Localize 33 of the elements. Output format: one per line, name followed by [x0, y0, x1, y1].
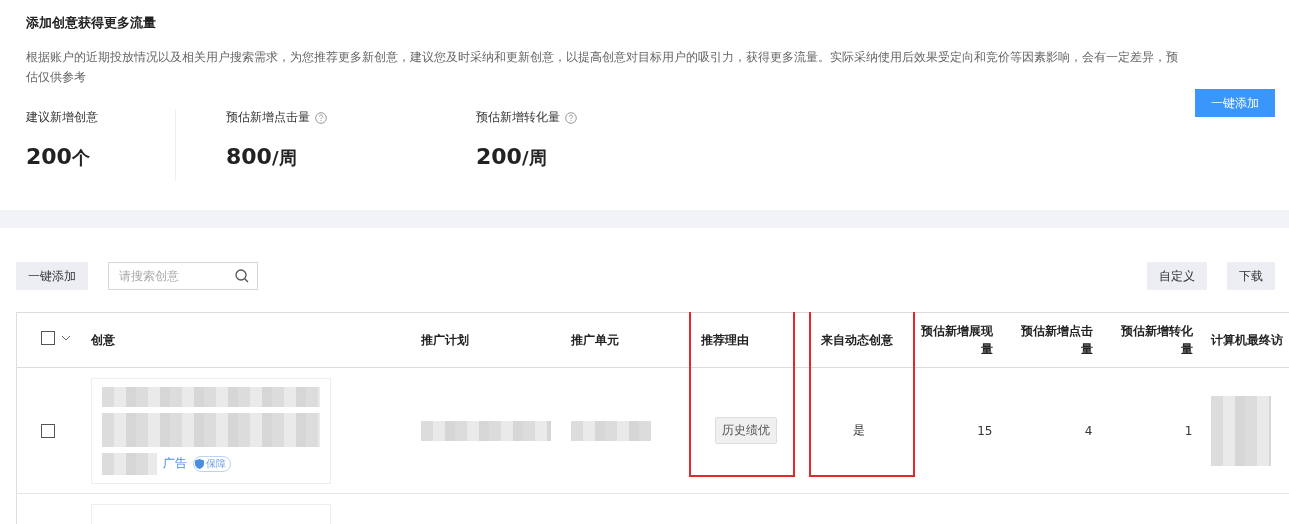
stat-label: 预估新增转化量	[476, 109, 560, 126]
ad-label: 广告	[162, 455, 187, 472]
stat-value: 800/周	[226, 144, 298, 170]
search-field[interactable]: 请搜索创意	[108, 262, 258, 290]
table-cell: 4	[1084, 423, 1093, 438]
table-cell: 是	[853, 423, 865, 437]
search-icon[interactable]	[235, 269, 249, 283]
table-cell: 1	[1184, 423, 1193, 438]
select-all-checkbox[interactable]	[41, 330, 55, 345]
column-header: 来自动态创意	[820, 333, 893, 347]
description-text: 根据账户的近期投放情况以及相关用户搜索需求，为您推荐更多新创意，建议您及时采纳和更新创意，以提高创意对目标用户的吸引力，获得更多流量。实际采纳使用后效果受定向和竞价等因素影响，会有一定差异，预估仅供参考	[26, 49, 1178, 86]
column-header: 创意	[90, 333, 115, 347]
section-title: 添加创意获得更多流量	[26, 14, 157, 32]
blurred-text	[1210, 395, 1271, 466]
row-checkbox[interactable]	[41, 423, 55, 438]
chevron-down-icon[interactable]	[61, 334, 71, 341]
stat-value: 200个	[26, 144, 91, 170]
reason-tag: 历史绩优	[714, 417, 777, 444]
download-button[interactable]: 下载	[1227, 262, 1275, 290]
column-header: 预估新增转化量	[1120, 324, 1193, 356]
column-header: 推荐理由	[700, 333, 749, 347]
stat-label: 建议新增创意	[26, 109, 98, 126]
stat-label: 预估新增点击量	[226, 109, 310, 126]
column-header: 预估新增展现量	[920, 324, 993, 356]
column-header: 预估新增点击量	[1020, 324, 1093, 356]
stat-value: 200/周	[476, 144, 548, 170]
table-cell: 15	[977, 423, 993, 438]
column-header: 推广计划	[420, 333, 469, 347]
column-header: 计算机最终访	[1210, 333, 1283, 347]
blurred-text	[101, 452, 157, 475]
customize-button[interactable]: 自定义	[1147, 262, 1207, 290]
column-header: 推广单元	[570, 333, 619, 347]
add-all-button[interactable]: 一键添加	[16, 262, 88, 290]
